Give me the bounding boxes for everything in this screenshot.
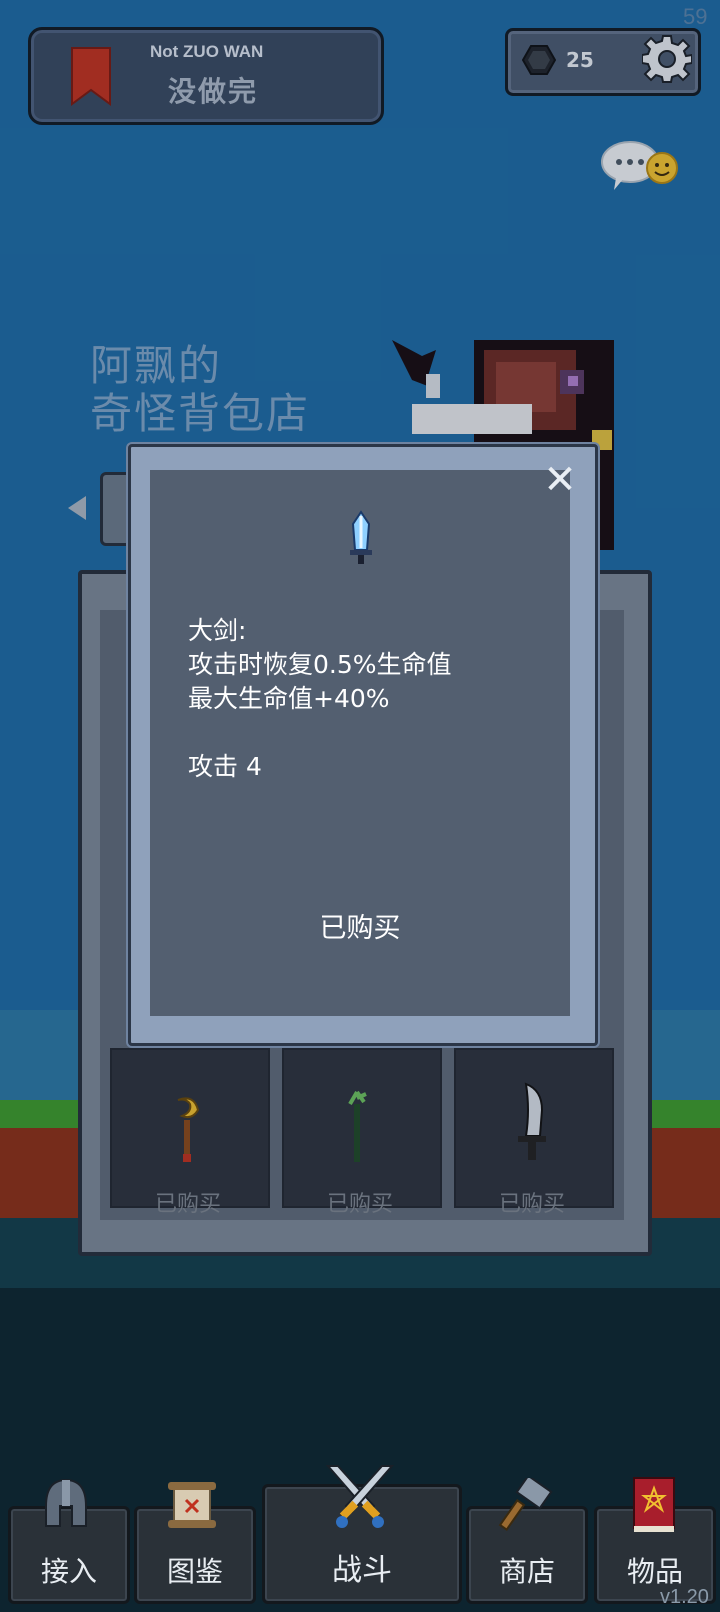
- item-attack: 攻击 4: [188, 752, 262, 781]
- purchased-status: 已购买: [319, 913, 401, 944]
- nav-connect-label: 接入: [40, 1555, 97, 1588]
- spellbook-icon: [633, 1477, 675, 1532]
- hammer-icon: [498, 1478, 553, 1531]
- close-icon[interactable]: ✕: [540, 460, 580, 500]
- blue-sword-icon: [350, 510, 372, 564]
- item-name: 大剑:: [188, 616, 247, 645]
- version-label: v1.20: [660, 1586, 709, 1608]
- nav-items-label: 物品: [626, 1555, 683, 1588]
- helmet-icon: [45, 1478, 87, 1527]
- nav-shop-label: 商店: [498, 1555, 555, 1588]
- item-description: 大剑: 攻击时恢复0.5%生命值 最大生命值+40% 攻击 4: [188, 614, 548, 784]
- item-effect-2: 最大生命值+40%: [188, 684, 390, 713]
- item-spacer: [188, 716, 548, 750]
- nav-battle-label: 战斗: [332, 1553, 392, 1588]
- item-effect-1: 攻击时恢复0.5%生命值: [188, 650, 452, 679]
- nav-codex-label: 图鉴: [166, 1555, 223, 1588]
- crossed-swords-icon: [325, 1465, 395, 1528]
- scroll-icon: [168, 1482, 216, 1528]
